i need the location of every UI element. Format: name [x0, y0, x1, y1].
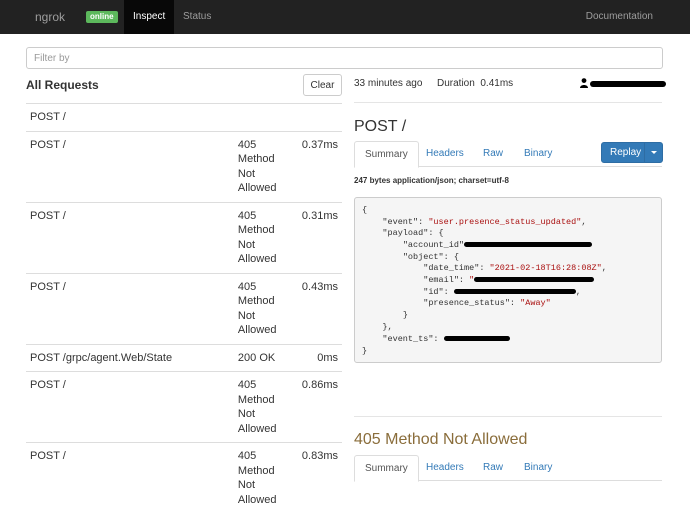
top-navbar: ngrok online Inspect Status Documentatio… — [0, 0, 690, 34]
request-status: 405 Method Not Allowed — [234, 372, 298, 443]
status-badge: online — [86, 11, 118, 23]
request-duration: 0.86ms — [298, 372, 342, 443]
json-line: "date_time": "2021-02-18T16:28:08Z", — [362, 263, 607, 273]
filter-input[interactable] — [26, 47, 663, 69]
request-duration: 0ms — [298, 344, 342, 372]
table-row[interactable]: POST / 405 Method Not Allowed 0.37ms — [26, 131, 342, 202]
clear-button[interactable]: Clear — [303, 74, 342, 96]
tab-summary[interactable]: Summary — [354, 141, 419, 168]
request-method: POST /grpc/agent.Web/State — [26, 344, 234, 372]
replay-label: Replay — [610, 147, 641, 158]
request-status: 405 Method Not Allowed — [234, 273, 298, 344]
redacted-value — [474, 277, 594, 282]
json-line: "event_ts": — [362, 334, 510, 344]
request-duration: 0.31ms — [298, 202, 342, 273]
request-duration: 0.83ms — [298, 443, 342, 513]
request-status: 405 Method Not Allowed — [234, 131, 298, 202]
table-row[interactable]: POST / 405 Method Not Allowed 0.31ms — [26, 202, 342, 273]
request-duration: 0.37ms — [298, 131, 342, 202]
response-title: 405 Method Not Allowed — [354, 431, 527, 449]
requests-table: POST / POST / 405 Method Not Allowed 0.3… — [26, 103, 342, 513]
table-row[interactable]: POST / 405 Method Not Allowed 0.83ms — [26, 443, 342, 513]
redacted-value — [444, 336, 510, 341]
request-duration: 0.43ms — [298, 273, 342, 344]
redacted-value — [454, 289, 576, 294]
table-row[interactable]: POST / 405 Method Not Allowed 0.86ms — [26, 372, 342, 443]
json-line: } — [362, 346, 367, 356]
replay-button[interactable]: Replay — [601, 142, 663, 163]
request-status: 405 Method Not Allowed — [234, 443, 298, 513]
tab-raw[interactable]: Raw — [473, 455, 513, 481]
request-status: 200 OK — [234, 344, 298, 372]
json-line: "account_id" — [362, 240, 592, 250]
table-row[interactable]: POST /grpc/agent.Web/State 200 OK 0ms — [26, 344, 342, 372]
nav-tab-inspect[interactable]: Inspect — [124, 0, 174, 34]
json-line: "event": "user.presence_status_updated", — [362, 217, 586, 227]
request-status — [234, 104, 298, 132]
tab-summary[interactable]: Summary — [354, 455, 419, 482]
divider — [354, 416, 662, 417]
nav-link-documentation[interactable]: Documentation — [586, 0, 653, 34]
json-line: } — [362, 310, 408, 320]
request-method: POST / — [26, 202, 234, 273]
tab-binary[interactable]: Binary — [514, 455, 562, 481]
request-time-ago: 33 minutes ago — [354, 78, 422, 89]
request-method: POST / — [26, 131, 234, 202]
json-line: "payload": { — [362, 228, 444, 238]
request-duration — [298, 104, 342, 132]
redacted-ip — [590, 81, 666, 87]
table-row[interactable]: POST / 405 Method Not Allowed 0.43ms — [26, 273, 342, 344]
tab-headers[interactable]: Headers — [416, 455, 474, 481]
request-method: POST / — [26, 273, 234, 344]
json-line: "email": " — [362, 275, 594, 285]
json-body: { "event": "user.presence_status_updated… — [354, 197, 662, 363]
tab-headers[interactable]: Headers — [416, 141, 474, 167]
response-tabs: Summary Headers Raw Binary — [354, 455, 662, 481]
json-line: { — [362, 205, 367, 215]
nav-tab-status[interactable]: Status — [174, 0, 220, 34]
request-method: POST / — [26, 104, 234, 132]
tab-raw[interactable]: Raw — [473, 141, 513, 167]
duration-value: 0.41ms — [480, 78, 513, 89]
request-status: 405 Method Not Allowed — [234, 202, 298, 273]
json-line: "id": , — [362, 287, 581, 297]
requests-title: All Requests — [26, 78, 99, 92]
json-line: "presence_status": "Away" — [362, 298, 551, 308]
tab-binary[interactable]: Binary — [514, 141, 562, 167]
content-type: 247 bytes application/json; charset=utf-… — [354, 176, 509, 185]
duration-label: Duration — [437, 78, 475, 89]
table-row[interactable]: POST / — [26, 104, 342, 132]
brand-logo[interactable]: ngrok — [35, 10, 65, 24]
request-method: POST / — [26, 372, 234, 443]
chevron-down-icon[interactable] — [644, 143, 662, 162]
request-title: POST / — [354, 118, 406, 136]
request-method: POST / — [26, 443, 234, 513]
user-icon — [580, 78, 588, 88]
redacted-value — [464, 242, 592, 247]
json-line: "object": { — [362, 252, 459, 262]
request-duration-meta: Duration 0.41ms — [437, 78, 513, 89]
json-line: }, — [362, 322, 393, 332]
divider — [354, 102, 662, 103]
